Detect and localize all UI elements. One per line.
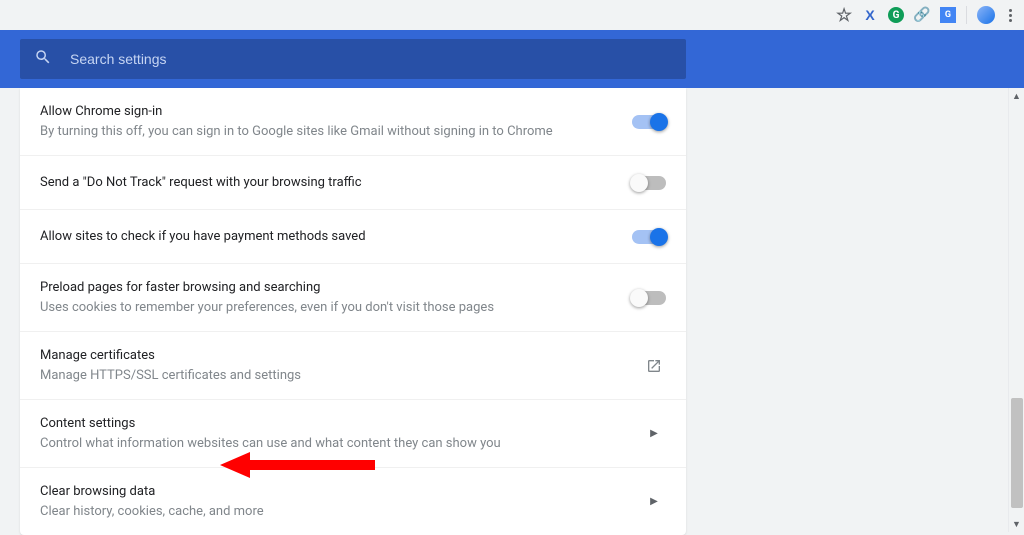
settings-content: Allow Chrome sign-in By turning this off… <box>0 88 1024 535</box>
chevron-right-icon: ▶ <box>642 428 666 439</box>
extension-translate-icon[interactable]: G <box>940 7 956 23</box>
profile-avatar[interactable] <box>977 6 995 24</box>
row-title: Allow Chrome sign-in <box>40 102 612 122</box>
row-title: Clear browsing data <box>40 482 622 502</box>
extension-grammarly-icon[interactable]: G <box>888 7 904 23</box>
row-manage-certificates[interactable]: Manage certificates Manage HTTPS/SSL cer… <box>20 332 686 400</box>
search-input[interactable] <box>70 51 672 67</box>
extension-x-icon[interactable]: X <box>862 7 878 23</box>
extension-link-icon[interactable]: 🔗 <box>914 7 930 23</box>
toolbar-separator <box>966 6 967 24</box>
search-settings-box[interactable] <box>20 39 686 79</box>
row-do-not-track: Send a "Do Not Track" request with your … <box>20 156 686 210</box>
toggle-allow-signin[interactable] <box>632 115 666 129</box>
more-menu-icon[interactable] <box>1005 5 1016 26</box>
row-title: Allow sites to check if you have payment… <box>40 227 612 247</box>
row-clear-browsing-data[interactable]: Clear browsing data Clear history, cooki… <box>20 468 686 535</box>
row-payment-methods: Allow sites to check if you have payment… <box>20 210 686 264</box>
scroll-thumb[interactable] <box>1011 398 1023 508</box>
row-title: Content settings <box>40 414 622 434</box>
row-subtitle: Control what information websites can us… <box>40 434 622 454</box>
row-subtitle: By turning this off, you can sign in to … <box>40 122 612 142</box>
row-allow-signin: Allow Chrome sign-in By turning this off… <box>20 88 686 156</box>
row-title: Manage certificates <box>40 346 622 366</box>
row-preload-pages: Preload pages for faster browsing and se… <box>20 264 686 332</box>
settings-header <box>0 30 1024 88</box>
row-title: Send a "Do Not Track" request with your … <box>40 173 612 193</box>
settings-card: Allow Chrome sign-in By turning this off… <box>20 88 686 535</box>
scroll-down-icon[interactable]: ▼ <box>1009 516 1024 532</box>
row-subtitle: Clear history, cookies, cache, and more <box>40 502 622 522</box>
toggle-preload-pages[interactable] <box>632 291 666 305</box>
toggle-payment-methods[interactable] <box>632 230 666 244</box>
star-icon[interactable]: ☆ <box>836 7 852 23</box>
browser-toolbar: ☆ X G 🔗 G <box>0 0 1024 30</box>
row-content-settings[interactable]: Content settings Control what informatio… <box>20 400 686 468</box>
open-external-icon <box>642 358 666 374</box>
row-subtitle: Manage HTTPS/SSL certificates and settin… <box>40 366 622 386</box>
vertical-scrollbar[interactable]: ▲ ▼ <box>1008 88 1024 532</box>
row-subtitle: Uses cookies to remember your preference… <box>40 298 612 318</box>
search-icon <box>34 48 52 70</box>
chevron-right-icon: ▶ <box>642 496 666 507</box>
scroll-up-icon[interactable]: ▲ <box>1009 88 1024 104</box>
row-title: Preload pages for faster browsing and se… <box>40 278 612 298</box>
toggle-do-not-track[interactable] <box>632 176 666 190</box>
